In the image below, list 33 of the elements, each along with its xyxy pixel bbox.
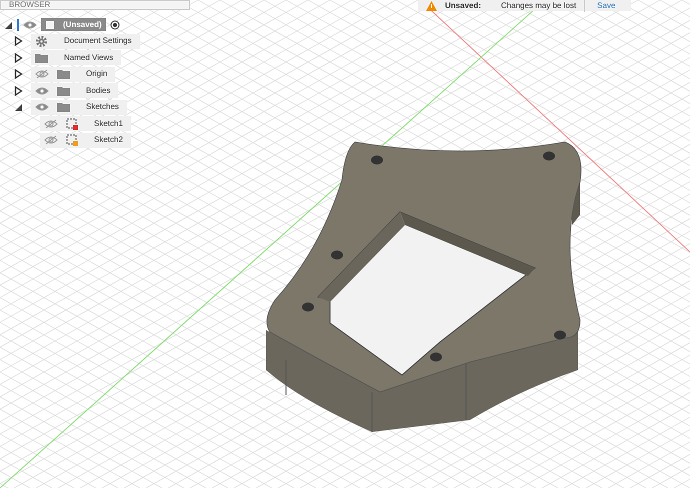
- tree-item-label: Document Settings: [63, 35, 133, 48]
- tree-item[interactable]: Origin: [31, 66, 116, 82]
- tree-item-label: Named Views: [63, 52, 114, 64]
- tree-item-label: Sketch2: [93, 134, 124, 146]
- tree-item[interactable]: Bodies: [31, 83, 118, 98]
- notification-message: Changes may be lost: [489, 0, 586, 12]
- tree-item[interactable]: Sketch1: [40, 116, 131, 132]
- expanded-caret-icon[interactable]: [4, 20, 13, 30]
- expanded-caret-icon[interactable]: [14, 102, 23, 112]
- folder-icon: [57, 86, 70, 96]
- collapsed-caret-icon[interactable]: [14, 52, 23, 63]
- folder-icon: [35, 52, 48, 63]
- folder-icon: [57, 69, 70, 80]
- save-button[interactable]: Save: [593, 0, 620, 12]
- tree-item[interactable]: Named Views: [31, 50, 122, 66]
- tree-item-label: Bodies: [85, 84, 112, 97]
- tree-item[interactable]: Sketches: [31, 100, 127, 115]
- browser-title: BROWSER: [9, 1, 50, 9]
- notification-label: Unsaved:: [445, 0, 482, 12]
- collapsed-caret-icon[interactable]: [14, 36, 23, 46]
- tree-item[interactable]: Sketch2: [40, 132, 131, 148]
- tree-item-label: Sketch1: [93, 118, 124, 130]
- tree-item-label: Origin: [85, 68, 108, 80]
- collapsed-caret-icon[interactable]: [14, 86, 23, 96]
- eye-icon[interactable]: [35, 102, 49, 112]
- folder-icon: [57, 102, 70, 112]
- radio-target-icon[interactable]: [110, 20, 120, 30]
- gear-icon: [35, 34, 48, 48]
- eye-icon[interactable]: [23, 20, 37, 30]
- tree-item-label: Sketches: [85, 101, 120, 114]
- tree-item[interactable]: Document Settings: [31, 34, 140, 49]
- collapsed-caret-icon[interactable]: [14, 69, 23, 80]
- eye-icon[interactable]: [35, 86, 49, 96]
